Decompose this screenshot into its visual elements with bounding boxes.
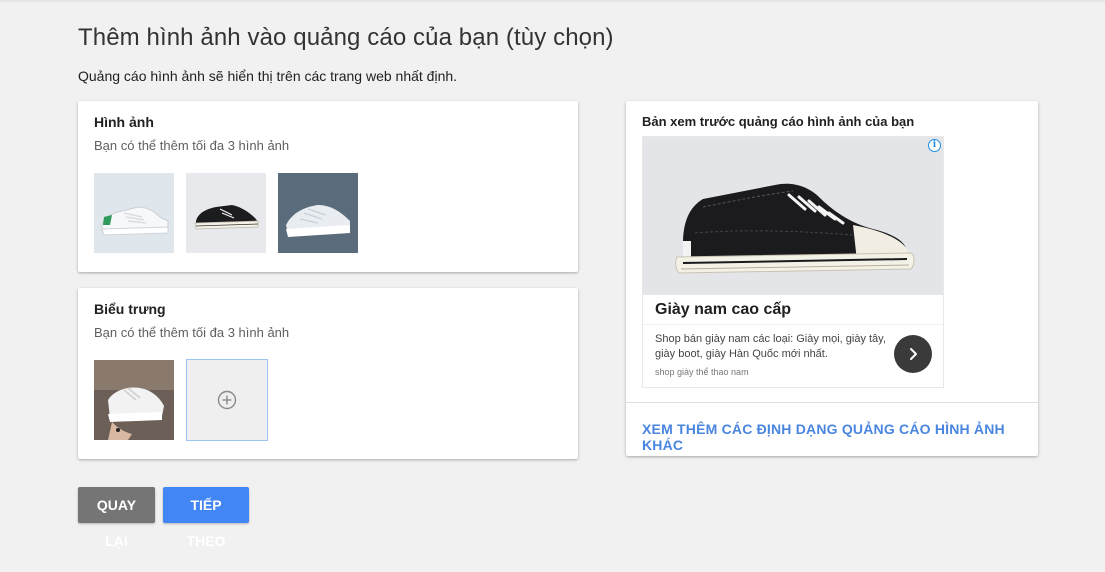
add-circle-icon — [217, 390, 237, 410]
info-icon[interactable]: i — [928, 139, 941, 152]
more-formats-link[interactable]: XEM THÊM CÁC ĐỊNH DẠNG QUẢNG CÁO HÌNH ẢN… — [642, 421, 1038, 453]
logo-thumbnails — [94, 359, 268, 441]
ad-headline: Giày nam cao cấp — [655, 301, 792, 318]
image-thumbnail[interactable] — [186, 173, 266, 253]
logos-card-title: Biểu trưng — [94, 301, 166, 317]
logos-card: Biểu trưng Bạn có thể thêm tối đa 3 hình… — [78, 288, 578, 459]
ad-arrow-button[interactable] — [894, 335, 932, 373]
next-button[interactable]: TIẾP THEO — [163, 487, 249, 549]
ad-divider — [643, 324, 943, 325]
add-logo-button[interactable] — [186, 359, 268, 441]
images-card: Hình ảnh Bạn có thể thêm tối đa 3 hình ả… — [78, 101, 578, 272]
logo-thumbnail[interactable] — [94, 360, 174, 440]
preview-title: Bản xem trước quảng cáo hình ảnh của bạn — [642, 114, 915, 129]
image-thumbnails — [94, 173, 358, 253]
ad-source: shop giày thể thao nam — [655, 367, 749, 377]
chevron-right-icon — [910, 348, 917, 360]
page-subtitle: Quảng cáo hình ảnh sẽ hiển thị trên các … — [78, 68, 458, 84]
images-card-hint: Bạn có thể thêm tối đa 3 hình ảnh — [94, 138, 290, 153]
ad-preview: i Giày nam cao cấp Shop bán giày nam các… — [642, 136, 944, 388]
top-border — [0, 0, 1105, 2]
image-thumbnail[interactable] — [278, 173, 358, 253]
ad-preview-card: Bản xem trước quảng cáo hình ảnh của bạn — [626, 101, 1038, 456]
images-card-title: Hình ảnh — [94, 114, 154, 130]
logos-card-hint: Bạn có thể thêm tối đa 3 hình ảnh — [94, 325, 290, 340]
back-button[interactable]: QUAY LẠI — [78, 487, 155, 549]
ad-image: i — [643, 137, 943, 295]
image-thumbnail[interactable] — [94, 173, 174, 253]
preview-divider — [626, 402, 1038, 403]
page-title: Thêm hình ảnh vào quảng cáo của bạn (tùy… — [78, 24, 614, 51]
ad-description: Shop bán giày nam các loại: Giày mọi, gi… — [655, 333, 886, 360]
